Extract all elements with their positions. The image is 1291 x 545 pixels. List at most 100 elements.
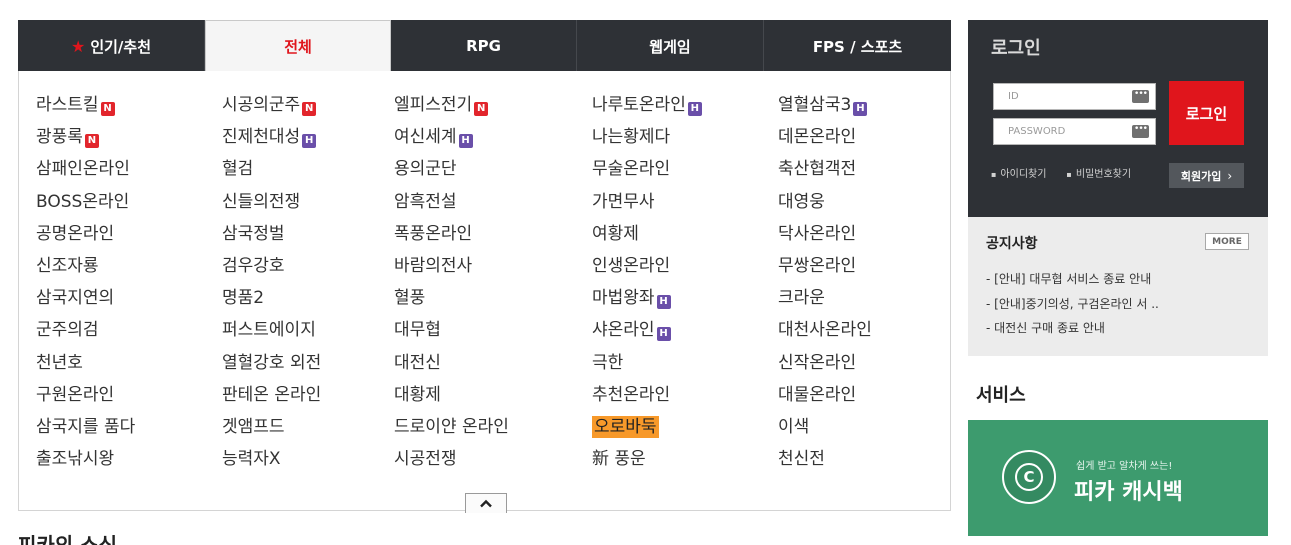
game-link[interactable]: 이색 <box>778 412 958 444</box>
game-link[interactable]: 용의군단 <box>394 154 592 186</box>
game-list-panel: ★ 인기/추천 전체 RPG 웹게임 FPS / 스포츠 라스트킬 N 광풍록 N 삼패… <box>18 20 951 513</box>
banner-title: 피카 캐시백 <box>1074 480 1183 505</box>
notice-item[interactable]: - [안내]중기의성, 구검온라인 서 .. <box>986 292 1159 317</box>
game-name: 新 풍운 <box>592 449 646 470</box>
game-link[interactable]: 천신전 <box>778 444 958 476</box>
game-link[interactable]: 라스트킬 N <box>36 90 222 122</box>
game-link[interactable]: 검우강호 <box>222 251 394 283</box>
game-link[interactable]: 신들의전쟁 <box>222 187 394 219</box>
tab-fps-sports[interactable]: FPS / 스포츠 <box>764 20 951 72</box>
coin-icon: C <box>1002 450 1056 504</box>
game-link[interactable]: 바람의전사 <box>394 251 592 283</box>
game-link[interactable]: 샤온라인 H <box>592 315 778 347</box>
chevron-right-icon: › <box>1227 168 1233 183</box>
game-link[interactable]: 열혈삼국3 H <box>778 90 958 122</box>
game-link[interactable]: 폭풍온라인 <box>394 219 592 251</box>
game-link[interactable]: 드로이얀 온라인 <box>394 412 592 444</box>
tab-popular[interactable]: ★ 인기/추천 <box>18 20 205 72</box>
game-link[interactable]: 데몬온라인 <box>778 122 958 154</box>
game-link[interactable]: 신작온라인 <box>778 348 958 380</box>
game-link[interactable]: 여황제 <box>592 219 778 251</box>
game-link[interactable]: 나는황제다 <box>592 122 778 154</box>
notice-item[interactable]: - [안내] 대무협 서비스 종료 안내 <box>986 267 1159 292</box>
game-link[interactable]: 공명온라인 <box>36 219 222 251</box>
cashback-banner[interactable]: C 쉽게 받고 알차게 쓰는! 피카 캐시백 <box>968 420 1268 536</box>
game-name: 용의군단 <box>394 159 457 180</box>
game-link[interactable]: 대물온라인 <box>778 380 958 412</box>
game-link[interactable]: 암흑전설 <box>394 187 592 219</box>
game-link[interactable]: 명품2 <box>222 283 394 315</box>
game-name: 혈검 <box>222 159 254 180</box>
game-link[interactable]: 나루토온라인 H <box>592 90 778 122</box>
game-column: 시공의군주 N 진제천대성 H 혈검신들의전쟁 삼국정벌 검우강호 명품2 퍼스트에이지 열혈강호… <box>222 90 394 476</box>
hot-badge-icon: H <box>853 102 868 116</box>
game-link[interactable]: 퍼스트에이지 <box>222 315 394 347</box>
join-button[interactable]: 회원가입 › <box>1169 163 1244 188</box>
game-link[interactable]: 천년호 <box>36 348 222 380</box>
game-name: 바람의전사 <box>394 255 473 276</box>
game-link[interactable]: 극한 <box>592 348 778 380</box>
game-name: 대무협 <box>394 320 441 341</box>
game-link[interactable]: 시공전쟁 <box>394 444 592 476</box>
game-link[interactable]: 판테온 온라인 <box>222 380 394 412</box>
find-id-link[interactable]: 아이디찾기 <box>991 165 1046 180</box>
game-link[interactable]: 광풍록 N <box>36 122 222 154</box>
game-link[interactable]: 마법왕좌 H <box>592 283 778 315</box>
keyboard-icon[interactable]: ••• <box>1132 125 1149 138</box>
game-link[interactable]: 대황제 <box>394 380 592 412</box>
game-link[interactable]: 군주의검 <box>36 315 222 347</box>
game-link[interactable]: 축산협객전 <box>778 154 958 186</box>
tab-label: 웹게임 <box>649 37 691 56</box>
game-link[interactable]: 추천온라인 <box>592 380 778 412</box>
game-link[interactable]: 능력자X <box>222 444 394 476</box>
notice-item[interactable]: - 대전신 구매 종료 안내 <box>986 316 1159 341</box>
game-name: 대물온라인 <box>778 384 857 405</box>
game-name: 오로바둑 <box>592 415 659 438</box>
hot-badge-icon: H <box>656 295 671 310</box>
tab-webgame[interactable]: 웹게임 <box>577 20 764 72</box>
game-link[interactable]: 구원온라인 <box>36 380 222 412</box>
game-name: 드로이얀 온라인 <box>394 416 509 437</box>
tab-rpg[interactable]: RPG <box>391 20 577 72</box>
game-link[interactable]: 열혈강호 외전 <box>222 348 394 380</box>
game-link[interactable]: 가면무사 <box>592 187 778 219</box>
more-button[interactable]: MORE <box>1205 233 1249 250</box>
game-link[interactable]: 크라운 <box>778 283 958 315</box>
find-password-link[interactable]: 비밀번호찾기 <box>1066 165 1131 180</box>
game-link[interactable]: 대영웅 <box>778 187 958 219</box>
tab-all[interactable]: 전체 <box>205 20 391 72</box>
game-link[interactable]: 무쌍온라인 <box>778 251 958 283</box>
game-link[interactable]: 출조낚시왕 <box>36 444 222 476</box>
game-link[interactable]: 여신세계 H <box>394 122 592 154</box>
game-link[interactable]: 대전신 <box>394 348 592 380</box>
game-link[interactable]: 오로바둑 <box>592 412 778 444</box>
game-link[interactable]: 닥사온라인 <box>778 219 958 251</box>
game-link[interactable]: 겟앰프드 <box>222 412 394 444</box>
game-link[interactable]: 신조자룡 <box>36 251 222 283</box>
collapse-button[interactable] <box>465 493 507 513</box>
game-link[interactable]: 무술온라인 <box>592 154 778 186</box>
game-link[interactable]: 엘피스전기 N <box>394 90 592 122</box>
game-link[interactable]: 삼국지연의 <box>36 283 222 315</box>
game-link[interactable]: 혈검 <box>222 154 394 186</box>
password-input[interactable] <box>994 119 1128 144</box>
game-link[interactable]: 삼국지를 품다 <box>36 412 222 444</box>
game-name: 크라운 <box>778 288 825 309</box>
game-link[interactable]: 대무협 <box>394 315 592 347</box>
keyboard-icon[interactable]: ••• <box>1132 90 1149 103</box>
login-button[interactable]: 로그인 <box>1169 81 1244 145</box>
game-link[interactable]: 삼국정벌 <box>222 219 394 251</box>
login-links: 아이디찾기 비밀번호찾기 <box>991 165 1151 180</box>
game-link[interactable]: 삼패인온라인 <box>36 154 222 186</box>
game-link[interactable]: 진제천대성 H <box>222 122 394 154</box>
game-link[interactable]: BOSS온라인 <box>36 187 222 219</box>
game-link[interactable]: 대천사온라인 <box>778 315 958 347</box>
game-link[interactable]: 新 풍운 <box>592 444 778 476</box>
game-name: 대황제 <box>394 384 441 405</box>
game-link[interactable]: 혈풍 <box>394 283 592 315</box>
game-link[interactable]: 인생온라인 <box>592 251 778 283</box>
game-name: 삼국지연의 <box>36 288 115 309</box>
game-link[interactable]: 시공의군주 N <box>222 90 394 122</box>
id-input[interactable] <box>994 84 1128 109</box>
password-field: ••• <box>993 118 1156 145</box>
